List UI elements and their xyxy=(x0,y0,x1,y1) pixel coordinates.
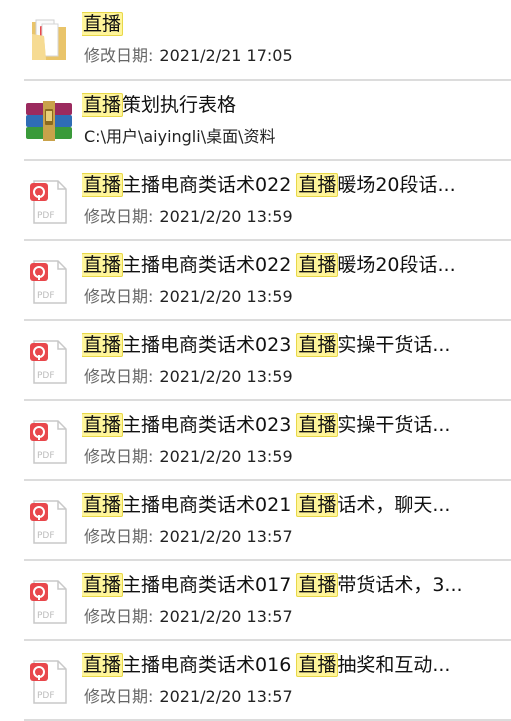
modified-date-value: 2021/2/20 13:57 xyxy=(159,527,293,546)
modified-date-label: 修改日期: xyxy=(84,287,154,306)
search-term-highlight: 直播 xyxy=(296,573,339,597)
result-title: 直播主播电商类话术022 直播暖场20段话... xyxy=(82,253,456,277)
search-term-highlight: 直播 xyxy=(296,413,339,437)
result-meta: 修改日期: 2021/2/20 13:57 xyxy=(84,526,293,548)
result-meta: 修改日期: 2021/2/21 17:05 xyxy=(84,45,293,67)
result-title: 直播主播电商类话术021 直播话术，聊天... xyxy=(82,493,451,517)
result-meta: 修改日期: 2021/2/20 13:59 xyxy=(84,206,293,228)
result-item[interactable]: PDF 直播主播电商类话术023 直播实操干货话... 修改日期: 2021/2/… xyxy=(0,401,511,481)
result-meta: 修改日期: 2021/2/20 13:57 xyxy=(84,686,293,708)
modified-date-label: 修改日期: xyxy=(84,527,154,546)
modified-date-label: 修改日期: xyxy=(84,607,154,626)
modified-date-label: 修改日期: xyxy=(84,447,154,466)
pdf-file-icon: PDF xyxy=(24,415,74,469)
search-term-highlight: 直播 xyxy=(82,493,124,517)
modified-date-value: 2021/2/20 13:59 xyxy=(159,207,293,226)
search-term-highlight: 直播 xyxy=(82,173,124,197)
search-term-highlight: 直播 xyxy=(82,573,124,597)
svg-text:PDF: PDF xyxy=(37,291,55,301)
result-item[interactable]: PDF 直播主播电商类话术017 直播带货话术，3... 修改日期: 2021/2… xyxy=(0,561,511,641)
modified-date-label: 修改日期: xyxy=(84,207,154,226)
result-path: C:\用户\aiyingli\桌面\资料 xyxy=(84,126,275,148)
search-term-highlight: 直播 xyxy=(82,12,124,36)
search-term-highlight: 直播 xyxy=(296,493,339,517)
pdf-file-icon: PDF xyxy=(24,495,74,549)
modified-date-value: 2021/2/20 13:57 xyxy=(159,687,293,706)
result-title: 直播主播电商类话术023 直播实操干货话... xyxy=(82,413,451,437)
search-term-highlight: 直播 xyxy=(82,253,124,277)
result-meta: 修改日期: 2021/2/20 13:57 xyxy=(84,606,293,628)
svg-text:PDF: PDF xyxy=(37,371,55,381)
result-title: 直播主播电商类话术023 直播实操干货话... xyxy=(82,333,451,357)
search-term-highlight: 直播 xyxy=(296,173,339,197)
result-item[interactable]: PDF 直播主播电商类话术022 直播暖场20段话... 修改日期: 2021/2… xyxy=(0,161,511,241)
result-item[interactable]: 直播策划执行表格 C:\用户\aiyingli\桌面\资料 xyxy=(0,81,511,161)
pdf-file-icon: PDF xyxy=(24,655,74,709)
search-term-highlight: 直播 xyxy=(82,413,124,437)
modified-date-label: 修改日期: xyxy=(84,367,154,386)
result-item[interactable]: PDF 直播主播电商类话术022 直播暖场20段话... 修改日期: 2021/2… xyxy=(0,241,511,321)
svg-text:PDF: PDF xyxy=(37,531,55,541)
result-title: 直播 xyxy=(82,11,503,37)
result-item[interactable]: PDF 直播主播电商类话术016 直播抽奖和互动... 修改日期: 2021/2/… xyxy=(0,641,511,721)
search-term-highlight: 直播 xyxy=(296,253,339,277)
pdf-file-icon: PDF xyxy=(24,335,74,389)
result-title: 直播策划执行表格 xyxy=(82,93,237,117)
folder-icon xyxy=(24,14,74,68)
modified-date-value: 2021/2/20 13:59 xyxy=(159,287,293,306)
file-path: C:\用户\aiyingli\桌面\资料 xyxy=(84,127,276,146)
search-term-highlight: 直播 xyxy=(296,653,339,677)
pdf-file-icon: PDF xyxy=(24,575,74,629)
result-meta: 修改日期: 2021/2/20 13:59 xyxy=(84,446,293,468)
pdf-file-icon: PDF xyxy=(24,255,74,309)
result-meta: 修改日期: 2021/2/20 13:59 xyxy=(84,286,293,308)
modified-date-value: 2021/2/20 13:57 xyxy=(159,607,293,626)
result-item[interactable]: 直播 修改日期: 2021/2/21 17:05 xyxy=(0,0,511,81)
modified-date-value: 2021/2/20 13:59 xyxy=(159,367,293,386)
svg-text:PDF: PDF xyxy=(37,611,55,621)
result-title: 直播主播电商类话术016 直播抽奖和互动... xyxy=(82,653,451,677)
search-results-list: 直播 修改日期: 2021/2/21 17:05 直播策划执行表格 C:\用户\a… xyxy=(0,0,511,721)
svg-text:PDF: PDF xyxy=(37,451,55,461)
modified-date-label: 修改日期: xyxy=(84,46,154,65)
search-term-highlight: 直播 xyxy=(296,333,339,357)
modified-date-value: 2021/2/20 13:59 xyxy=(159,447,293,466)
pdf-file-icon: PDF xyxy=(24,175,74,229)
winrar-archive-icon xyxy=(24,95,74,149)
result-item[interactable]: PDF 直播主播电商类话术023 直播实操干货话... 修改日期: 2021/2/… xyxy=(0,321,511,401)
svg-text:PDF: PDF xyxy=(37,691,55,701)
result-title: 直播主播电商类话术022 直播暖场20段话... xyxy=(82,173,456,197)
search-term-highlight: 直播 xyxy=(82,333,124,357)
result-meta: 修改日期: 2021/2/20 13:59 xyxy=(84,366,293,388)
result-title: 直播主播电商类话术017 直播带货话术，3... xyxy=(82,573,463,597)
modified-date-value: 2021/2/21 17:05 xyxy=(159,46,293,65)
result-item[interactable]: PDF 直播主播电商类话术021 直播话术，聊天... 修改日期: 2021/2/… xyxy=(0,481,511,561)
search-term-highlight: 直播 xyxy=(82,653,124,677)
modified-date-label: 修改日期: xyxy=(84,687,154,706)
svg-text:PDF: PDF xyxy=(37,211,55,221)
search-term-highlight: 直播 xyxy=(82,93,124,117)
